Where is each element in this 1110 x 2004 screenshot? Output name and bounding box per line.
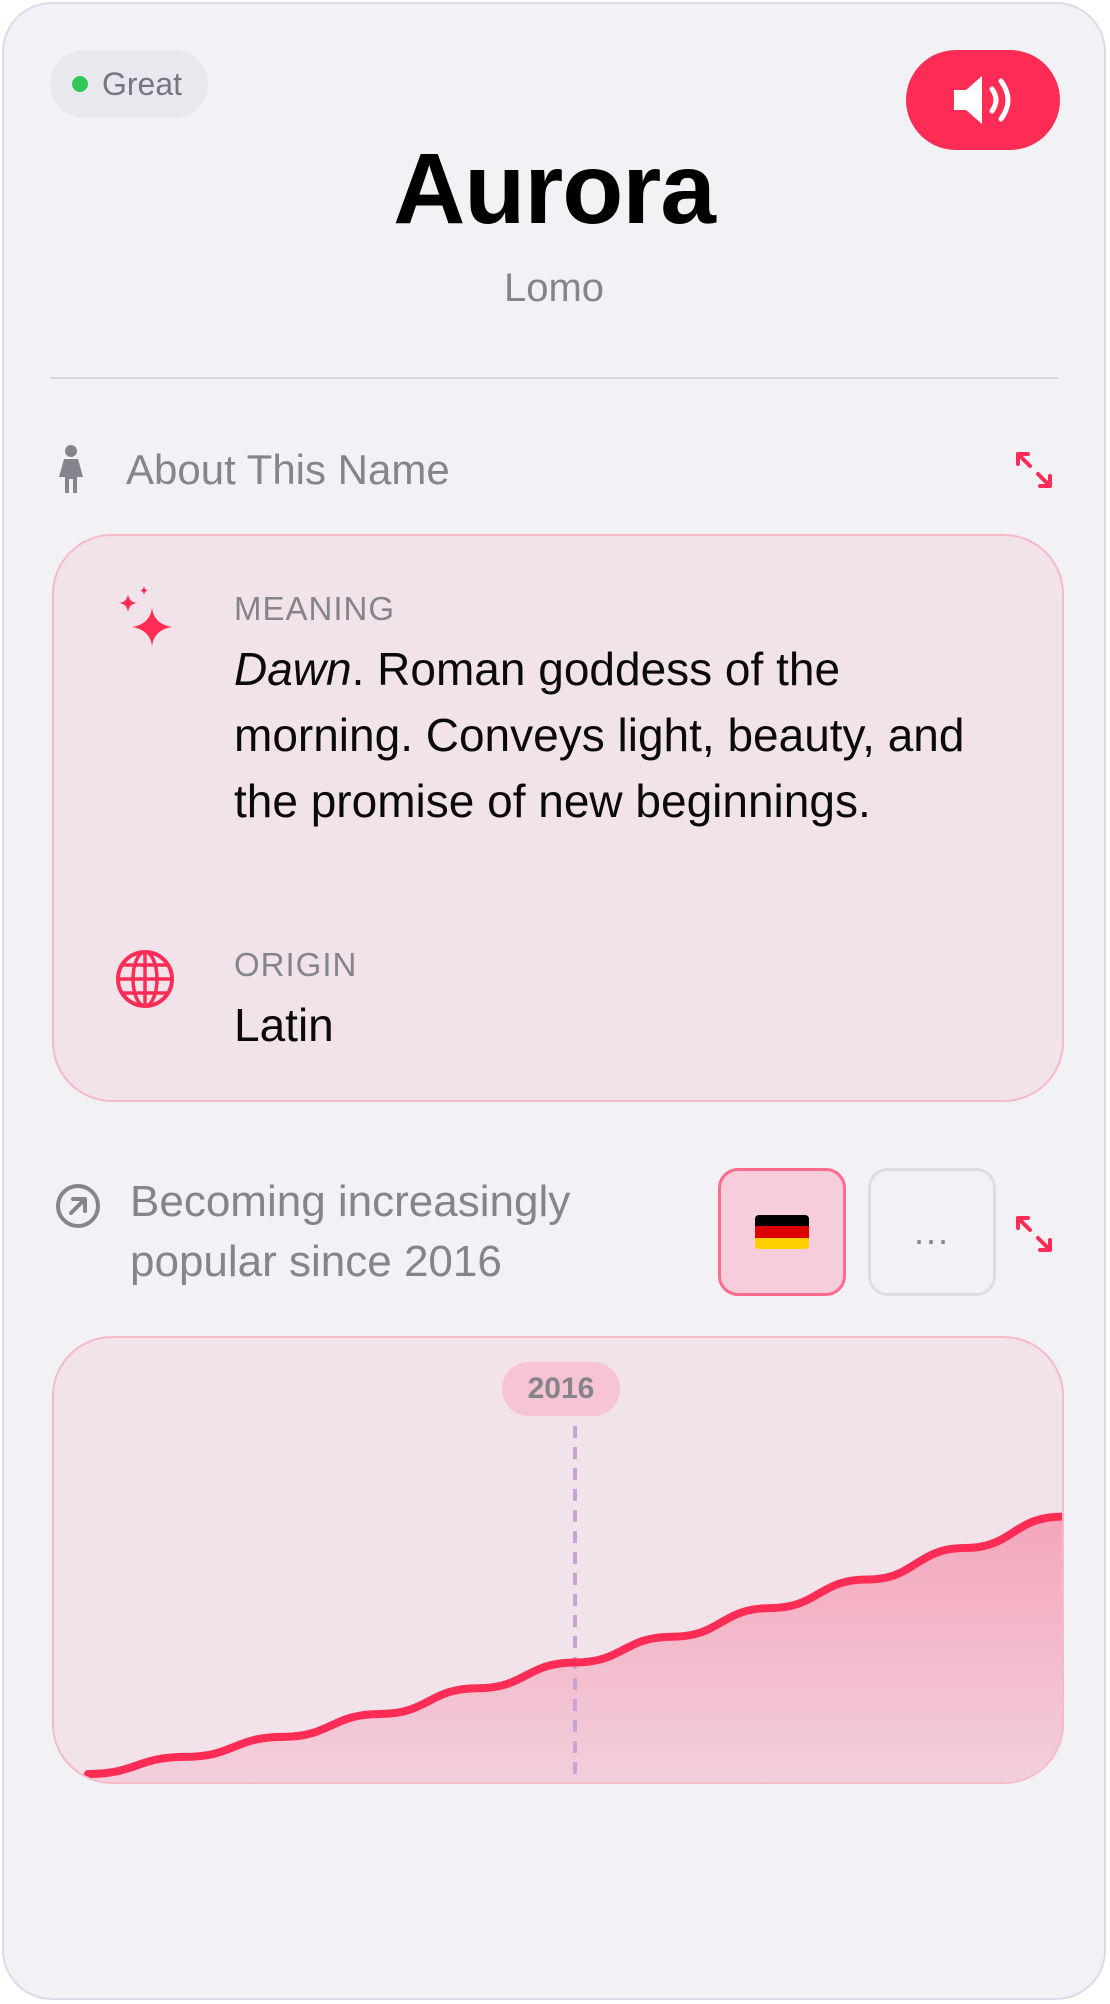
globe-icon [116,950,174,1008]
arrow-up-right-circle-icon [56,1184,100,1228]
name-pronunciation: Lomo [503,266,605,310]
expand-about-button[interactable] [1010,446,1058,494]
germany-flag-icon [755,1215,809,1249]
origin-label: ORIGIN [234,946,358,983]
expand-arrows-icon [1016,1216,1052,1252]
rating-badge: Great [50,50,209,118]
name-title: Aurora [393,133,716,245]
popularity-chart: 2016 [52,1336,1064,1784]
about-section-header: About This Name [50,440,1058,500]
divider [50,377,1058,379]
meaning-text: Dawn. Roman goddess of the morning. Conv… [234,636,1022,834]
meaning-label: MEANING [234,590,396,627]
rating-label: Great [102,65,183,102]
expand-arrows-icon [1016,452,1052,488]
female-figure-icon [59,445,83,493]
name-detail-card: Great Aurora Lomo About This Name MEANIN… [2,2,1106,2000]
more-regions-button[interactable]: ... [868,1168,996,1296]
about-heading: About This Name [126,446,450,493]
popularity-trend-text: Becoming increasingly popular since 2016 [130,1177,571,1286]
speaker-wave-icon [954,76,1011,124]
about-card: MEANING Dawn. Roman goddess of the morni… [52,534,1064,1102]
region-germany-button[interactable] [718,1168,846,1296]
status-dot [72,76,88,92]
expand-popularity-button[interactable] [1010,1210,1058,1258]
sparkles-icon [119,586,172,646]
origin-value: Latin [234,999,334,1051]
meaning-emphasis: Dawn [234,643,352,695]
year-marker-label: 2016 [502,1362,620,1416]
